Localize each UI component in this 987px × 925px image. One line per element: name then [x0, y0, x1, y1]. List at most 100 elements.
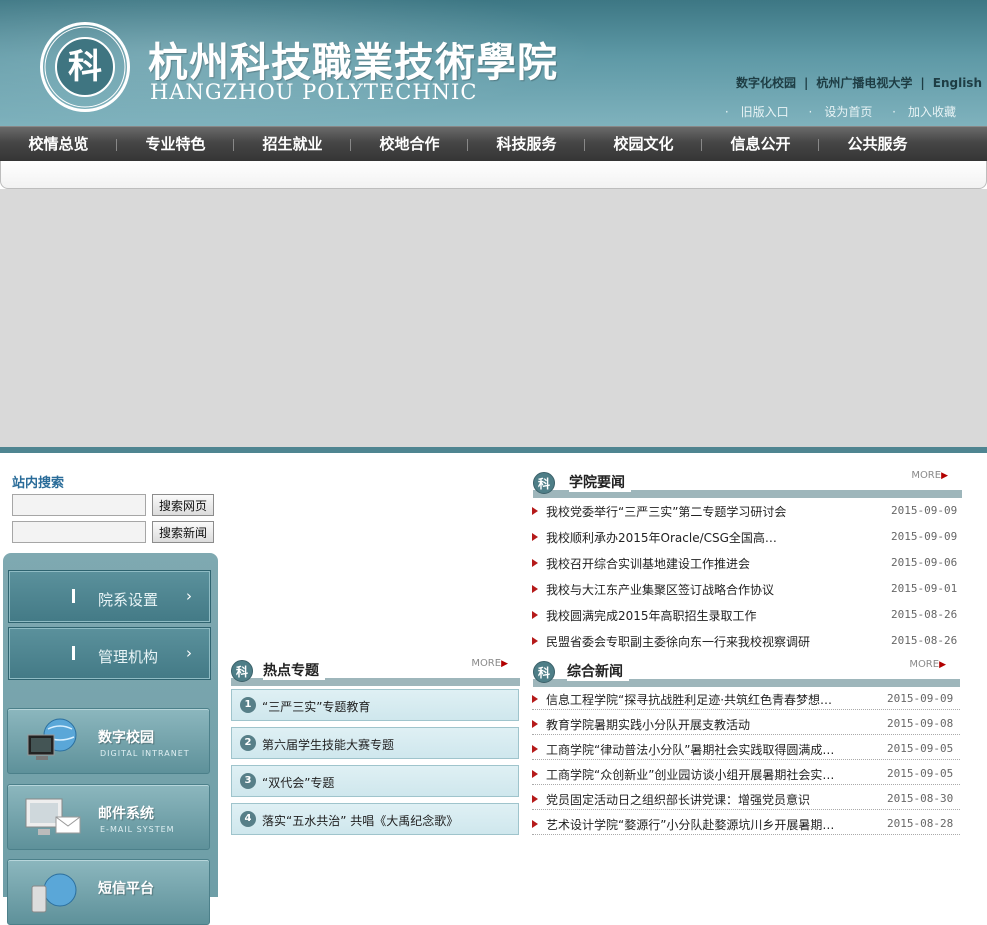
news-date: 2015-08-26: [891, 608, 958, 621]
news-title: 我校圆满完成2015年高职招生录取工作: [546, 609, 757, 623]
top-link-english[interactable]: English: [933, 76, 982, 90]
nav-item-admissions[interactable]: 招生就业: [234, 127, 351, 162]
nav-item-campus-culture[interactable]: 校园文化: [585, 127, 702, 162]
hot-topic-text: “三严三实”专题教育: [262, 700, 371, 714]
sms-platform-title: 短信平台: [98, 881, 154, 897]
seal-center-char: 科: [55, 37, 115, 97]
nav-item-cooperation[interactable]: 校地合作: [351, 127, 468, 162]
news-title: 教育学院暑期实践小分队开展支教活动: [546, 718, 751, 732]
hot-topic-item[interactable]: 3 “双代会”专题: [231, 765, 519, 797]
general-news-more-link[interactable]: MORE▶: [909, 659, 946, 670]
hot-topics-more-link[interactable]: MORE▶: [471, 658, 508, 669]
college-news-row[interactable]: 我校召开综合实训基地建设工作推进会 2015-09-06: [532, 554, 957, 574]
email-system-title: 邮件系统: [98, 806, 154, 822]
college-news-header: 科 学院要闻 MORE▶: [533, 470, 962, 498]
news-date: 2015-09-05: [887, 767, 954, 780]
left-panel: 院系设置 › 管理机构 › 数字校园 DIGITAL INTRANET 邮件系统…: [3, 553, 218, 925]
college-news-row[interactable]: 我校圆满完成2015年高职招生录取工作 2015-08-26: [532, 606, 957, 626]
news-title: 民盟省委会专职副主委徐向东一行来我校视察调研: [546, 635, 811, 649]
bullet-arrow-icon: [532, 695, 538, 703]
search-web-input[interactable]: [12, 494, 146, 516]
general-news-row[interactable]: 党员固定活动日之组织部长讲党课：增强党员意识 2015-08-30: [532, 790, 960, 810]
section-logo-icon: 科: [231, 660, 253, 682]
site-header: 科 杭州科技職業技術學院 HANGZHOU POLYTECHNIC 数字化校园 |…: [0, 0, 987, 126]
sub-link-old-version[interactable]: · 旧版入口: [717, 105, 789, 119]
general-news-row[interactable]: 工商学院“律动普法小分队”暑期社会实践取得圆满成… 2015-09-05: [532, 740, 960, 760]
news-date: 2015-09-09: [891, 504, 958, 517]
top-link-digital-campus[interactable]: 数字化校园: [736, 76, 796, 90]
globe-phone-icon: [31, 873, 77, 913]
college-news-more-link[interactable]: MORE▶: [911, 470, 948, 481]
news-title: 我校召开综合实训基地建设工作推进会: [546, 557, 751, 571]
news-title: 党员固定活动日之组织部长讲党课：增强党员意识: [546, 793, 811, 807]
news-date: 2015-09-06: [891, 556, 958, 569]
college-news-row[interactable]: 我校党委举行“三严三实”第二专题学习研讨会 2015-09-09: [532, 502, 957, 522]
bullet-arrow-icon: [532, 745, 538, 753]
number-badge: 3: [240, 773, 256, 789]
search-web-button[interactable]: 搜索网页: [152, 494, 214, 516]
news-date: 2015-08-30: [887, 792, 954, 805]
number-badge: 1: [240, 697, 256, 713]
school-seal-logo[interactable]: 科: [40, 22, 130, 112]
chevron-right-icon: ›: [186, 587, 192, 605]
general-news-row[interactable]: 工商学院“众创新业”创业园访谈小组开展暑期社会实… 2015-09-05: [532, 765, 960, 785]
news-date: 2015-09-01: [891, 582, 958, 595]
hot-topic-text: 落实“五水共治” 共唱《大禹纪念歌》: [262, 814, 459, 828]
news-title: 工商学院“众创新业”创业园访谈小组开展暑期社会实…: [546, 768, 835, 782]
bullet-arrow-icon: [532, 820, 538, 828]
hot-topic-item[interactable]: 2 第六届学生技能大赛专题: [231, 727, 519, 759]
digital-campus-button[interactable]: 数字校园 DIGITAL INTRANET: [7, 708, 210, 774]
general-news-row[interactable]: 教育学院暑期实践小分队开展支教活动 2015-09-08: [532, 715, 960, 735]
college-news-row[interactable]: 民盟省委会专职副主委徐向东一行来我校视察调研 2015-08-26: [532, 632, 957, 652]
general-news-row[interactable]: 艺术设计学院“婺源行”小分队赴婺源坑川乡开展暑期… 2015-08-28: [532, 815, 960, 835]
nav-item-public-service[interactable]: 公共服务: [819, 127, 936, 162]
general-news-title: 综合新闻: [567, 661, 629, 681]
news-title: 我校党委举行“三严三实”第二专题学习研讨会: [546, 505, 787, 519]
nav-item-majors[interactable]: 专业特色: [117, 127, 234, 162]
bullet-arrow-icon: [532, 507, 538, 515]
search-web-row: 搜索网页: [12, 494, 214, 516]
email-system-button[interactable]: 邮件系统 E-MAIL SYSTEM: [7, 784, 210, 850]
search-news-input[interactable]: [12, 521, 146, 543]
search-news-button[interactable]: 搜索新闻: [152, 521, 214, 543]
bullet-arrow-icon: [532, 770, 538, 778]
news-date: 2015-09-09: [887, 692, 954, 705]
separator: |: [803, 76, 809, 90]
sub-link-set-homepage[interactable]: · 设为首页: [800, 105, 872, 119]
bar-marker: [72, 589, 75, 603]
banner-divider: [0, 447, 987, 453]
bullet-arrow-icon: [532, 637, 538, 645]
college-news-row[interactable]: 我校顺利承办2015年Oracle/CSG全国高… 2015-09-09: [532, 528, 957, 548]
sub-link-add-favorite[interactable]: · 加入收藏: [884, 105, 956, 119]
news-title: 信息工程学院“探寻抗战胜利足迹·共筑红色青春梦想…: [546, 693, 833, 707]
bullet-arrow-icon: [532, 795, 538, 803]
admin-orgs-button[interactable]: 管理机构 ›: [8, 627, 211, 680]
nav-item-info-public[interactable]: 信息公开: [702, 127, 819, 162]
separator: |: [920, 76, 925, 90]
nav-item-tech-service[interactable]: 科技服务: [468, 127, 585, 162]
general-news-row[interactable]: 信息工程学院“探寻抗战胜利足迹·共筑红色青春梦想… 2015-09-09: [532, 690, 960, 710]
departments-button[interactable]: 院系设置 ›: [8, 570, 211, 623]
admin-orgs-label: 管理机构: [98, 648, 159, 666]
news-date: 2015-09-05: [887, 742, 954, 755]
main-nav: 校情总览 专业特色 招生就业 校地合作 科技服务 校园文化 信息公开 公共服务: [0, 126, 987, 161]
hot-topic-item[interactable]: 4 落实“五水共治” 共唱《大禹纪念歌》: [231, 803, 519, 835]
site-search-title: 站内搜索: [12, 476, 65, 491]
school-name-en: HANGZHOU POLYTECHNIC: [150, 80, 478, 104]
hot-topics-title: 热点专题: [263, 660, 325, 680]
sms-platform-button[interactable]: 短信平台: [7, 859, 210, 925]
nav-item-overview[interactable]: 校情总览: [0, 127, 117, 162]
news-title: 工商学院“律动普法小分队”暑期社会实践取得圆满成…: [546, 743, 835, 757]
computer-mail-icon: [25, 798, 81, 835]
top-link-tvu[interactable]: 杭州广播电视大学: [816, 76, 912, 90]
sub-nav-bar: [0, 161, 987, 189]
bullet-arrow-icon: [532, 720, 538, 728]
chevron-right-icon: ›: [186, 644, 192, 662]
number-badge: 2: [240, 735, 256, 751]
top-links: 数字化校园 | 杭州广播电视大学 | English: [734, 74, 984, 91]
bullet-arrow-icon: [532, 533, 538, 541]
hot-topic-item[interactable]: 1 “三严三实”专题教育: [231, 689, 519, 721]
news-title: 我校与大江东产业集聚区签订战略合作协议: [546, 583, 775, 597]
college-news-row[interactable]: 我校与大江东产业集聚区签订战略合作协议 2015-09-01: [532, 580, 957, 600]
bullet-arrow-icon: [532, 611, 538, 619]
